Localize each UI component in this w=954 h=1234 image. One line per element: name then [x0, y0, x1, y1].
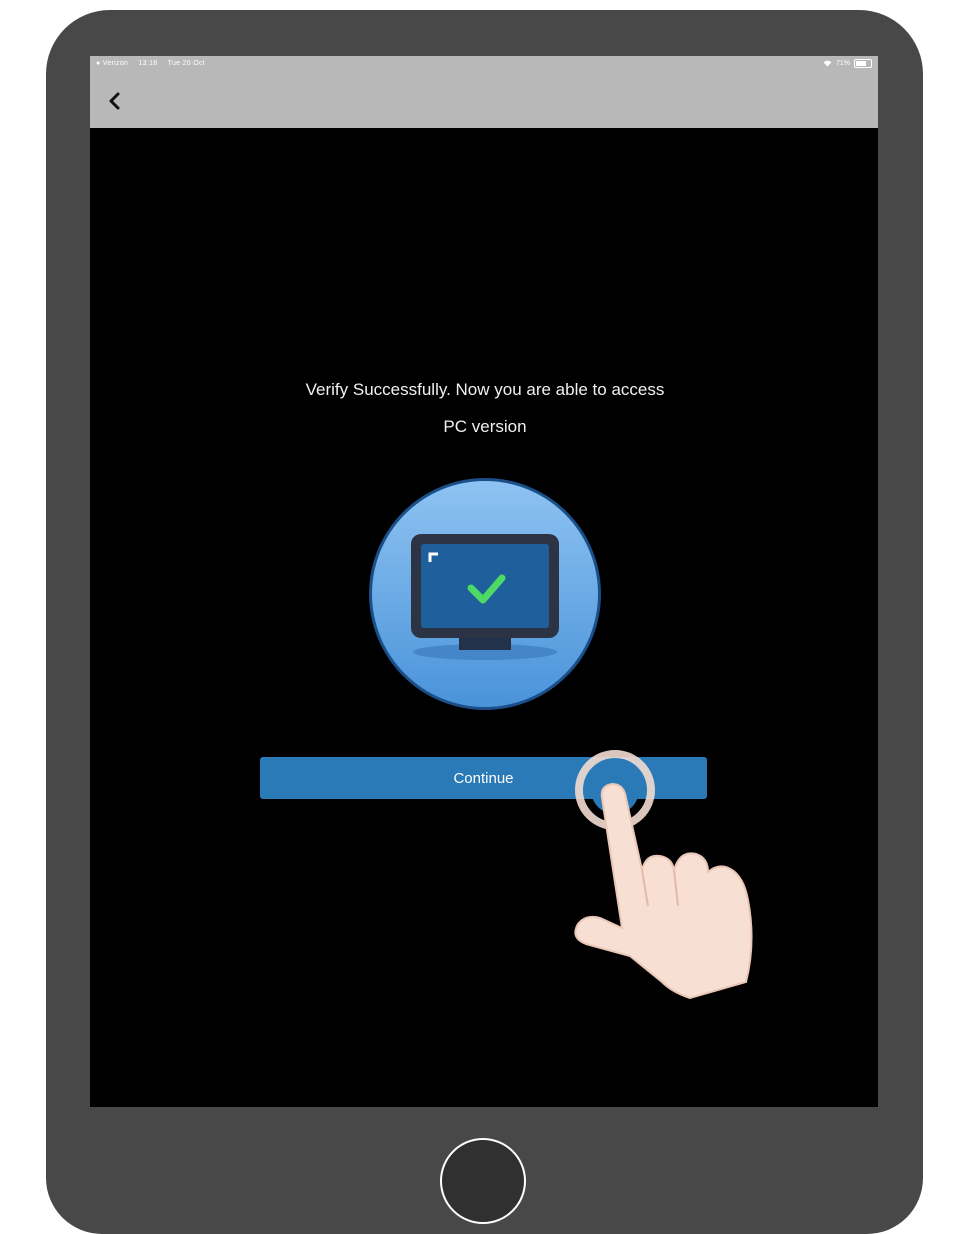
home-button[interactable] [440, 1138, 526, 1224]
success-message: Verify Successfully. Now you are able to… [220, 371, 750, 445]
navigation-bar: ● Verizon 13:18 Tue 20 Oct 71% [90, 56, 878, 128]
wifi-icon [823, 60, 832, 67]
battery-percent: 71% [835, 60, 850, 67]
message-line-2: PC version [443, 417, 527, 436]
monitor-check-icon [367, 476, 603, 712]
carrier-label: ● Verizon [96, 60, 129, 67]
battery-icon [854, 59, 872, 68]
back-button[interactable] [100, 86, 130, 116]
status-date: Tue 20 Oct [167, 60, 206, 67]
chevron-left-icon [109, 92, 120, 110]
status-bar-left: ● Verizon 13:18 Tue 20 Oct [96, 60, 213, 67]
message-line-1: Verify Successfully. Now you are able to… [305, 380, 665, 399]
continue-button-label: Continue [453, 769, 514, 787]
status-time: 13:18 [138, 60, 158, 67]
app-screen: ● Verizon 13:18 Tue 20 Oct 71% Verify Su… [90, 56, 878, 1107]
status-bar-right: 71% [823, 59, 872, 68]
continue-button[interactable]: Continue [260, 757, 707, 799]
